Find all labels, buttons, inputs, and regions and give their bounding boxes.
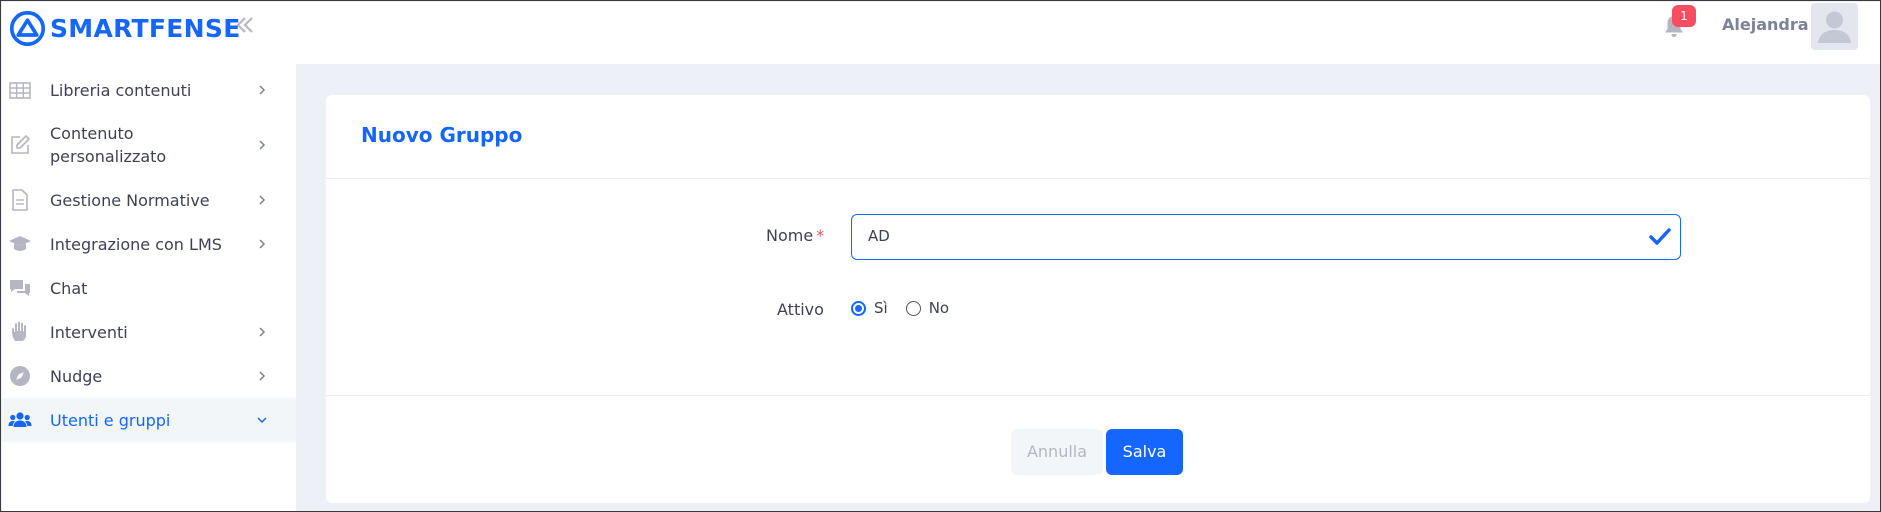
compass-icon <box>10 366 30 386</box>
chevron-right-icon <box>259 85 266 95</box>
required-asterisk: * <box>816 226 825 245</box>
sidebar-item-libreria-contenuti[interactable]: Libreria contenuti <box>2 68 296 112</box>
check-icon <box>1649 228 1671 245</box>
nome-label-text: Nome <box>766 226 814 245</box>
avatar[interactable] <box>1811 3 1858 50</box>
nome-input[interactable]: AD <box>851 214 1681 260</box>
sidebar-item-interventi[interactable]: Interventi <box>2 310 296 354</box>
sidebar-item-gestione-normative[interactable]: Gestione Normative <box>2 178 296 222</box>
radio-no[interactable] <box>905 300 921 316</box>
divider <box>326 395 1870 396</box>
divider <box>326 178 1870 179</box>
chat-icon <box>10 280 30 296</box>
sidebar-nav: Libreria contenuti Contenuto personalizz… <box>2 68 296 442</box>
brand-name: SMARTFENSE <box>50 13 241 43</box>
nome-label: Nome * <box>766 226 824 245</box>
nome-input-value: AD <box>868 227 890 245</box>
chevron-right-icon <box>259 239 266 249</box>
chevron-right-icon <box>259 140 266 150</box>
sidebar-item-label: Interventi <box>50 322 128 342</box>
topbar: 1 Alejandra <box>296 2 1880 64</box>
radio-si[interactable] <box>851 300 866 316</box>
radio-si-label[interactable]: Sì <box>874 299 888 317</box>
sidebar-item-label: Contenuto personalizzato <box>50 124 167 166</box>
chevron-right-icon <box>259 327 266 337</box>
sidebar: SMARTFENSE Libreria contenuti Contenuto … <box>2 2 296 511</box>
sidebar-item-chat[interactable]: Chat <box>2 266 296 310</box>
sidebar-item-label: Chat <box>50 278 88 298</box>
attivo-radio-group: Sì No <box>851 296 967 320</box>
sidebar-item-nudge[interactable]: Nudge <box>2 354 296 398</box>
chevron-down-icon <box>257 417 267 424</box>
attivo-label: Attivo <box>777 300 824 319</box>
user-avatar-icon <box>1818 11 1851 43</box>
sidebar-item-label: Integrazione con LMS <box>50 234 222 254</box>
new-group-card: Nuovo Gruppo Nome * AD Attivo Sì No Annul… <box>326 95 1870 503</box>
app-window: SMARTFENSE Libreria contenuti Contenuto … <box>0 0 1881 512</box>
chevron-right-icon <box>259 371 266 381</box>
sidebar-item-contenuto-personalizzato[interactable]: Contenuto personalizzato <box>2 112 296 178</box>
users-icon <box>8 412 32 427</box>
sidebar-item-label: Utenti e gruppi <box>50 410 171 430</box>
document-icon <box>12 189 28 211</box>
save-button[interactable]: Salva <box>1106 429 1183 475</box>
grid-icon <box>9 82 31 99</box>
graduation-cap-icon <box>9 236 31 251</box>
sidebar-item-integrazione-lms[interactable]: Integrazione con LMS <box>2 222 296 266</box>
user-name[interactable]: Alejandra <box>1722 15 1809 34</box>
collapse-sidebar-icon[interactable] <box>234 14 256 36</box>
hand-icon <box>12 321 26 341</box>
sidebar-item-utenti-gruppi[interactable]: Utenti e gruppi <box>2 398 296 442</box>
smartfense-logo-icon <box>9 10 46 46</box>
sidebar-item-label: Nudge <box>50 366 103 386</box>
brand[interactable]: SMARTFENSE <box>9 8 241 48</box>
edit-icon <box>11 135 30 154</box>
notification-badge: 1 <box>1672 5 1696 27</box>
page-title: Nuovo Gruppo <box>361 123 523 147</box>
chevron-right-icon <box>259 195 266 205</box>
radio-no-label[interactable]: No <box>929 299 949 317</box>
sidebar-item-label: Libreria contenuti <box>50 80 192 100</box>
cancel-button[interactable]: Annulla <box>1011 429 1103 475</box>
sidebar-item-label: Gestione Normative <box>50 190 210 210</box>
